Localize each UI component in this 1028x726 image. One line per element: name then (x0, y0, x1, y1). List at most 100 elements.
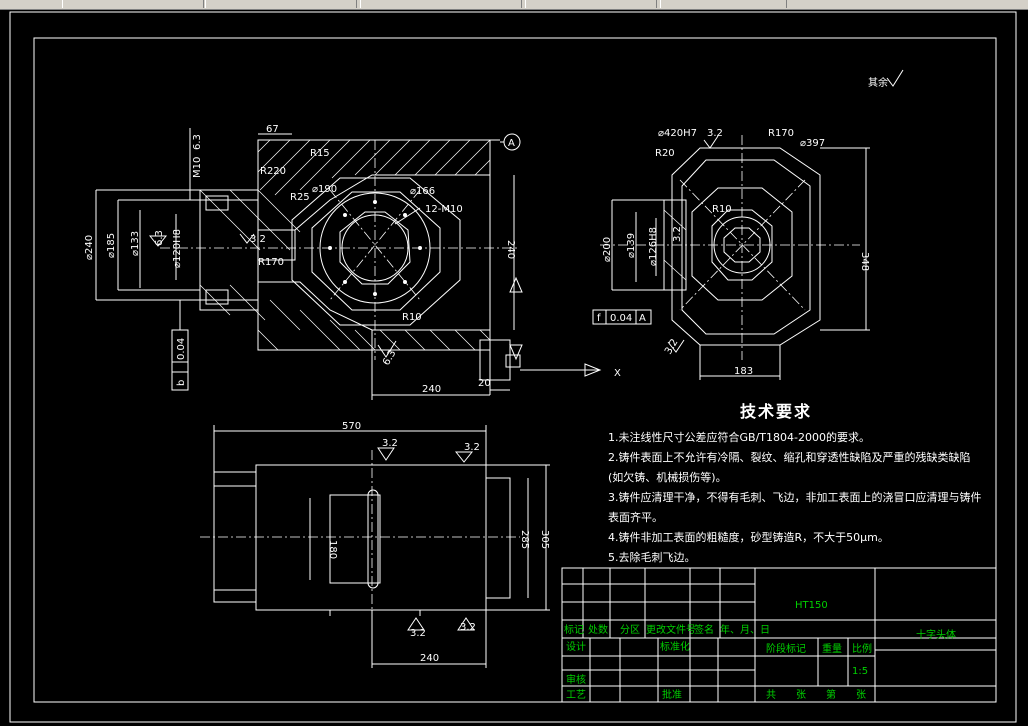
tb-process: 工艺 (566, 689, 586, 701)
tech-item-3: 3.铸件应清理干净，不得有毛刺、飞边，非加工表面上的浇冒口应清理与铸件 (608, 491, 982, 504)
dim-240-vertical: 240 (505, 240, 516, 259)
tech-requirements-list: 1.未注线性尺寸公差应符合GB/T1804-2000的要求。 2.铸件表面上不允… (608, 428, 982, 568)
dim-ra32-top-d: 3.2 (460, 622, 476, 633)
dim-183: 183 (734, 366, 753, 377)
dim-d133: ⌀133 (130, 231, 141, 256)
toolbar-segment[interactable] (660, 0, 787, 8)
dim-r10: R10 (402, 312, 422, 323)
tb-total: 共 (766, 689, 776, 701)
tb-scale-value: 1:5 (852, 666, 868, 677)
dim-d166: ⌀166 (410, 186, 435, 197)
dim-r20-side: R20 (655, 148, 675, 159)
dim-305: 305 (539, 530, 550, 549)
dim-ra63-bottom: 6.3 (381, 348, 398, 367)
tb-approve: 批准 (662, 688, 682, 701)
dim-r15: R15 (310, 148, 330, 159)
top-right-flange (485, 477, 511, 599)
dim-d397: ⌀397 (800, 138, 825, 149)
tb-sheets: 张 (796, 689, 806, 701)
dim-d139: ⌀139 (626, 233, 637, 258)
tb-weight: 重量 (822, 642, 842, 655)
dim-285: 285 (519, 530, 530, 549)
dim-ra32-top-a: 3.2 (382, 438, 398, 449)
side-view: ⌀420H7 3.2 R170 ⌀397 R20 R10 ⌀200 ⌀139 ⌀… (592, 128, 870, 380)
tb-zone: 分区 (620, 624, 640, 636)
dim-d126h8: ⌀126H8 (648, 227, 659, 266)
toolbar-segment[interactable] (205, 0, 357, 8)
front-body-lower (257, 281, 491, 351)
tb-part-name: 十字头体 (916, 628, 956, 641)
tb-date: 年、月、日 (720, 623, 770, 636)
tb-standardize: 标准化 (660, 640, 690, 653)
dim-ra32-side-b: 3.2 (672, 226, 683, 242)
dim-r170-side: R170 (768, 128, 794, 139)
toolbar-segment[interactable] (525, 0, 657, 8)
dim-d120h8: ⌀120H8 (172, 229, 183, 268)
front-datum-box (505, 354, 521, 368)
cad-toolbar-strip (0, 0, 1028, 10)
dim-348: 348 (859, 252, 870, 271)
tb-count: 处数 (588, 623, 608, 636)
front-view: A 67 R15 R220 R25 ⌀190 ⌀166 12-M10 R170 … (84, 124, 621, 400)
side-outer-inner (681, 159, 811, 335)
tb-design: 设计 (566, 640, 586, 653)
dim-m10: M10 (192, 157, 203, 178)
tech-item-4: 4.铸件非加工表面的粗糙度，砂型铸造R，不大于50μm。 (608, 531, 889, 544)
tb-sheet: 张 (856, 689, 866, 701)
side-tol-value: 0.04 (610, 313, 632, 324)
top-ra32-a-symbol (377, 447, 395, 461)
tech-item-5: 5.去除毛刺飞边。 (608, 551, 696, 564)
tb-scale: 比例 (852, 642, 872, 655)
tb-sheet-no: 第 (826, 688, 836, 701)
side-tol-symbol: f (597, 313, 601, 324)
datum-a-label: A (508, 138, 515, 149)
drawing-svg: 其余 A 67 R15 R220 R25 ⌀190 ⌀166 12-M10 R1… (9, 11, 1017, 723)
dim-ra32-top-c: 3.2 (410, 628, 426, 639)
dim-12-m10: 12-M10 (425, 204, 463, 215)
side-tol-datum: A (639, 313, 646, 324)
dim-r25: R25 (290, 192, 310, 203)
top-slot-key (367, 489, 379, 589)
toolbar-segment[interactable] (360, 0, 522, 8)
top-slot (329, 494, 381, 584)
tech-requirements-title: 技术要求 (740, 402, 813, 421)
front-thread-hole-top (205, 195, 229, 211)
dim-67: 67 (266, 124, 279, 135)
title-block: 标记 处数 分区 更改文件号 签名 年、月、日 设计 标准化 阶段标记 重量 比… (561, 567, 997, 703)
dim-d240: ⌀240 (84, 235, 95, 260)
tech-item-3b: 表面齐平。 (608, 511, 663, 524)
tb-material: HT150 (795, 600, 828, 611)
front-tol-symbol: b (176, 380, 187, 386)
front-left-boss (199, 189, 259, 311)
dim-d420h7: ⌀420H7 (658, 128, 697, 139)
dim-r220: R220 (260, 166, 286, 177)
dim-d200: ⌀200 (602, 237, 613, 262)
tech-item-1: 1.未注线性尺寸公差应符合GB/T1804-2000的要求。 (608, 431, 870, 444)
dim-r170: R170 (258, 257, 284, 268)
dim-d185: ⌀185 (106, 233, 117, 258)
toolbar-segment[interactable] (62, 0, 204, 8)
dim-570: 570 (342, 421, 361, 432)
tb-stage-mark: 阶段标记 (766, 642, 806, 655)
top-view: 570 3.2 3.2 180 285 305 3.2 3.2 240 (200, 421, 550, 668)
axis-x-label: X (614, 368, 621, 379)
dim-240-horizontal: 240 (422, 384, 441, 395)
dim-d190: ⌀190 (312, 184, 337, 195)
dim-180: 180 (327, 540, 338, 559)
dim-r10-side: R10 (712, 204, 732, 215)
dim-240-top: 240 (420, 653, 439, 664)
top-main-body (255, 464, 487, 611)
tech-item-2: 2.铸件表面上不允许有冷隔、裂纹、缩孔和穿透性缺陷及严重的残缺类缺陷 (608, 451, 971, 464)
tb-change-doc: 更改文件号 (646, 623, 696, 636)
roughness-global-label: 其余 (868, 76, 888, 89)
front-tol-value: 0.04 (176, 338, 187, 360)
dim-ra63-top: 6.3 (192, 134, 203, 150)
tech-item-2b: (如欠铸、机械损伤等)。 (608, 471, 727, 484)
inner-frame (33, 37, 997, 703)
tb-mark: 标记 (564, 624, 584, 636)
roughness-global-symbol (886, 69, 904, 87)
dim-ra32-top-b: 3.2 (464, 442, 480, 453)
tb-sign: 签名 (694, 623, 714, 636)
tb-review: 审核 (566, 673, 586, 686)
drawing-canvas[interactable]: 其余 A 67 R15 R220 R25 ⌀190 ⌀166 12-M10 R1… (0, 10, 1028, 726)
